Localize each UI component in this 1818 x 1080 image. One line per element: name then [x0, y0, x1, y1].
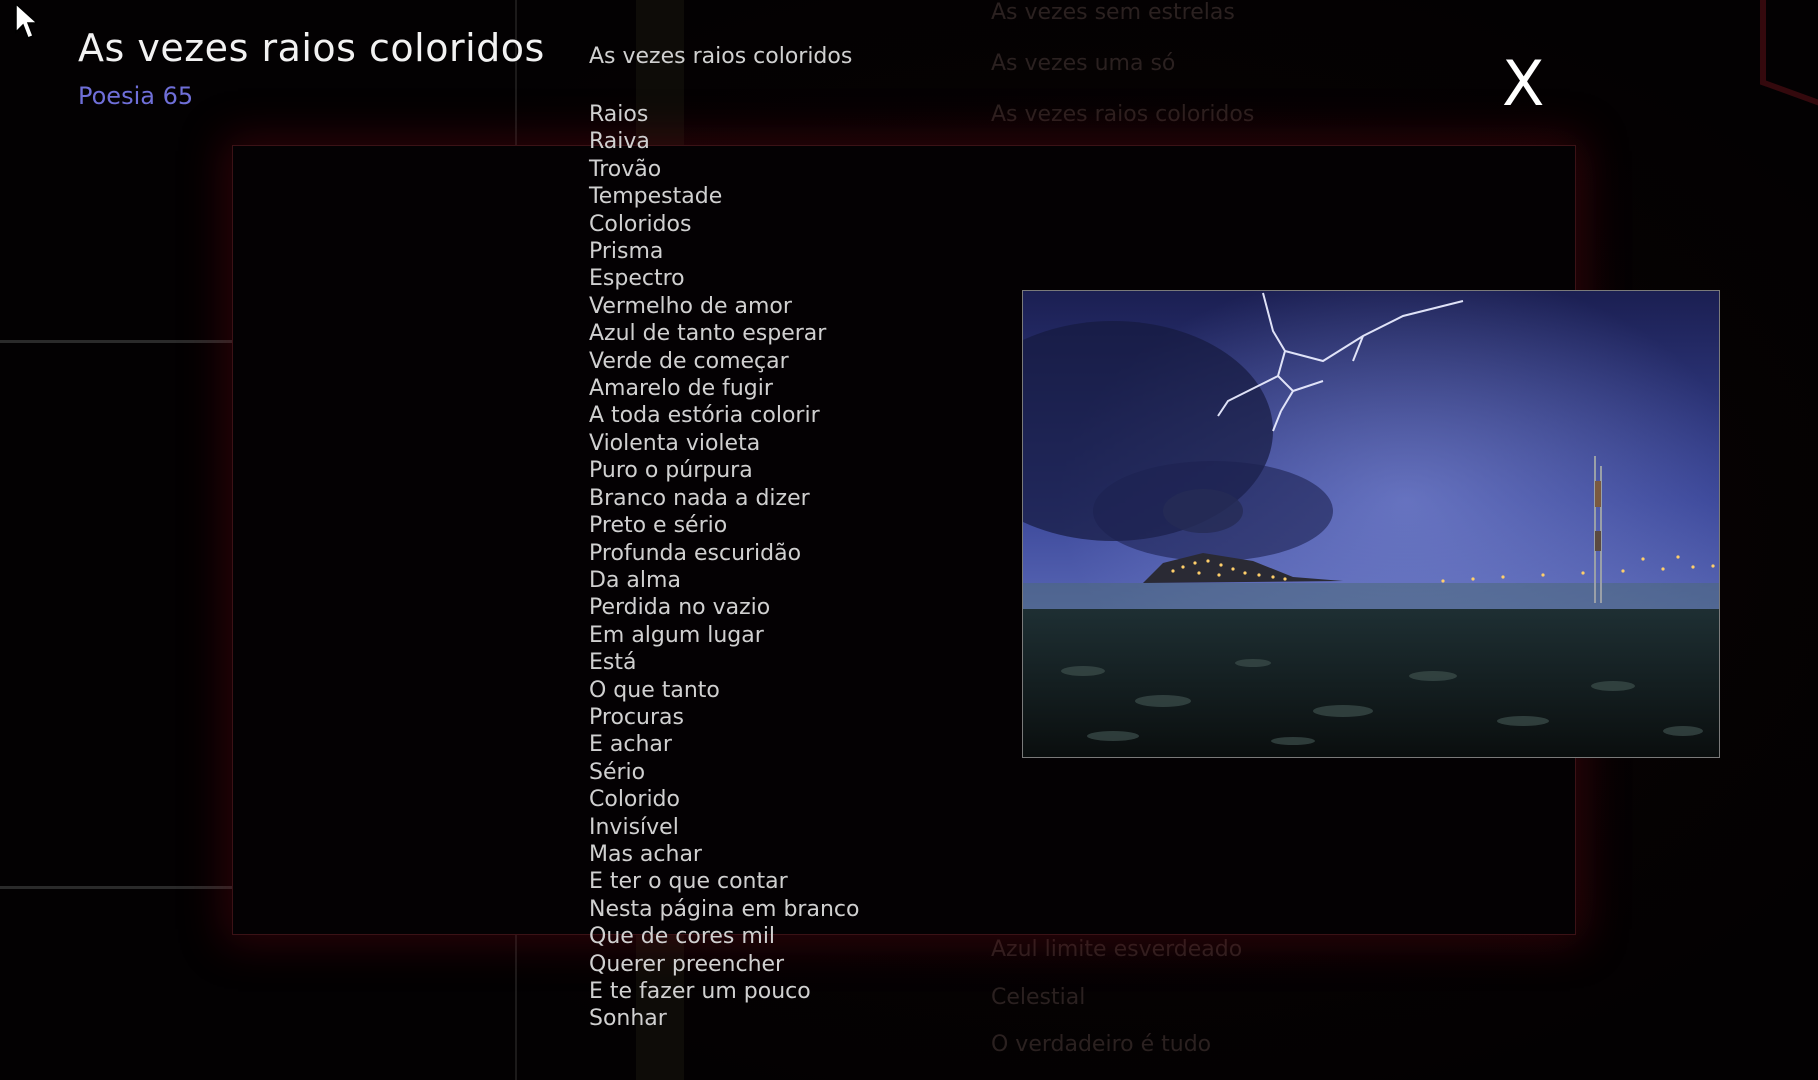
poem-line: Espectro: [589, 266, 685, 292]
close-button[interactable]: X: [1502, 50, 1544, 118]
poem-line: Prisma: [589, 239, 664, 265]
poem-line: Puro o púrpura: [589, 458, 753, 484]
poem-line: Raios: [589, 102, 649, 127]
close-icon[interactable]: X: [1502, 47, 1544, 120]
poem-line: Colorido: [589, 787, 680, 813]
poem-line: A toda estória colorir: [589, 403, 820, 429]
poem-line: Que de cores mil: [589, 924, 776, 950]
page-title: As vezes raios coloridos: [78, 26, 545, 70]
poem-line: Amarelo de fugir: [589, 376, 773, 402]
poem-line: Trovão: [589, 156, 662, 182]
poem-lines: Raios Raiva Trovão Tempestade Coloridos Prism…: [589, 101, 1009, 1033]
poem-title: As vezes raios coloridos: [589, 44, 853, 69]
lightning-photo-image: [1023, 291, 1719, 757]
poem-line: Invisível: [589, 814, 679, 840]
poem-line: Raiva: [589, 129, 650, 155]
poem-line: O que tanto: [589, 677, 720, 703]
poem-line: Preto e sério: [589, 513, 728, 539]
arrow-cursor-icon: [15, 2, 39, 39]
poem-line: Verde de começar: [589, 348, 789, 374]
poem-line: Azul de tanto esperar: [589, 321, 827, 347]
poem-line: Da alma: [589, 567, 681, 593]
background-list-item[interactable]: As vezes sem estrelas: [991, 0, 1235, 25]
poem-line: E ter o que contar: [589, 869, 788, 895]
background-list-item[interactable]: As vezes uma só: [991, 51, 1175, 76]
page-subtitle: Poesia 65: [78, 82, 194, 110]
poem-line: Procuras: [589, 704, 684, 730]
poem-line: Sério: [589, 759, 646, 785]
poem-line: Coloridos: [589, 211, 692, 237]
background-list-item[interactable]: O verdadeiro é tudo: [991, 1032, 1211, 1057]
poem-line: Mas achar: [589, 841, 702, 867]
poem-line: Vermelho de amor: [589, 293, 792, 319]
background-list-item[interactable]: Azul limite esverdeado: [991, 937, 1242, 962]
poem-line: Tempestade: [589, 184, 723, 210]
background-rule-top: [0, 340, 232, 343]
background-list-item[interactable]: As vezes raios coloridos: [991, 102, 1254, 127]
poem-line: Violenta violeta: [589, 430, 761, 456]
poem-line: Querer preencher: [589, 951, 785, 977]
poem-line: Nesta página em branco: [589, 896, 860, 922]
poem-line: Perdida no vazio: [589, 595, 771, 621]
poem-line: E achar: [589, 732, 672, 758]
poem-photo: [1022, 290, 1720, 758]
poem-line: Sonhar: [589, 1006, 667, 1032]
poem-line: Em algum lugar: [589, 622, 764, 648]
poem-line: Profunda escuridão: [589, 540, 802, 566]
poem-line: Branco nada a dizer: [589, 485, 810, 511]
poem-line: Está: [589, 650, 637, 676]
poem-text: As vezes raios coloridos Raios Raiva Trovã…: [589, 40, 1009, 1033]
poem-line: E te fazer um pouco: [589, 979, 811, 1004]
background-rule-bottom: [0, 886, 232, 889]
